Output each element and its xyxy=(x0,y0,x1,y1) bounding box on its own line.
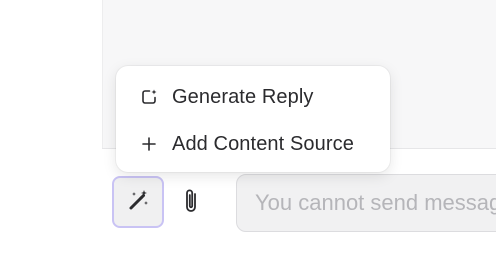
ai-actions-menu: Generate Reply Add Content Source xyxy=(116,66,390,172)
menu-item-label: Add Content Source xyxy=(172,132,354,155)
menu-item-generate-reply[interactable]: Generate Reply xyxy=(116,74,390,120)
generate-reply-icon xyxy=(140,88,158,106)
magic-wand-button[interactable] xyxy=(112,176,164,228)
sidebar-panel xyxy=(0,0,103,256)
plus-icon xyxy=(140,135,158,153)
paperclip-icon xyxy=(181,186,201,221)
menu-item-label: Generate Reply xyxy=(172,85,314,108)
message-input[interactable] xyxy=(236,174,496,232)
attach-button[interactable] xyxy=(172,180,210,226)
chat-screen: Generate Reply Add Content Source xyxy=(0,0,496,256)
menu-item-add-content-source[interactable]: Add Content Source xyxy=(116,121,390,167)
magic-wand-icon xyxy=(126,188,150,217)
